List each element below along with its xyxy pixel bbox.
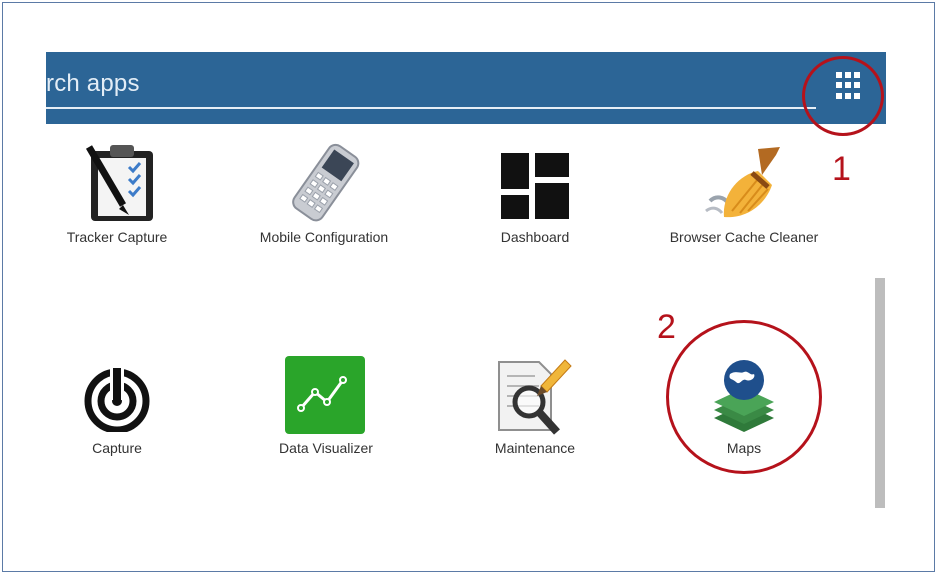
app-label: Mobile Configuration [259,229,389,245]
app-label: Tracker Capture [66,229,168,245]
app-maintenance[interactable]: Maintenance [445,356,625,462]
dashboard-grid-icon [501,153,569,219]
app-data-visualizer[interactable]: Data Visualizer [236,356,416,462]
clipboard-icon [85,145,153,221]
app-label: Browser Cache Cleaner [669,229,819,245]
app-label: Dashboard [500,229,570,245]
app-label: Data Visualizer [279,440,373,456]
annotation-number-1: 1 [832,150,851,188]
app-capture[interactable]: Capture [27,356,207,462]
document-magnifier-icon [498,359,572,435]
app-mobile-configuration[interactable]: Mobile Configuration [234,143,414,253]
scrollbar[interactable] [873,124,886,510]
annotation-circle-1 [802,56,884,136]
scrollbar-thumb[interactable] [875,278,885,508]
chart-line-icon [285,356,365,434]
capture-icon [84,366,150,432]
app-tracker-capture[interactable]: Tracker Capture [27,143,207,253]
broom-icon [705,147,780,218]
annotation-number-2: 2 [657,308,676,346]
app-browser-cache-cleaner[interactable]: Browser Cache Cleaner [654,143,834,253]
search-underline [46,107,816,109]
search-input[interactable]: rch apps [46,70,140,98]
app-label: Maintenance [494,440,576,456]
app-dashboard[interactable]: Dashboard [445,143,625,253]
annotation-circle-2 [666,320,822,474]
phone-icon [292,143,360,222]
app-search-header: rch apps [46,52,886,124]
app-label: Capture [92,440,142,456]
